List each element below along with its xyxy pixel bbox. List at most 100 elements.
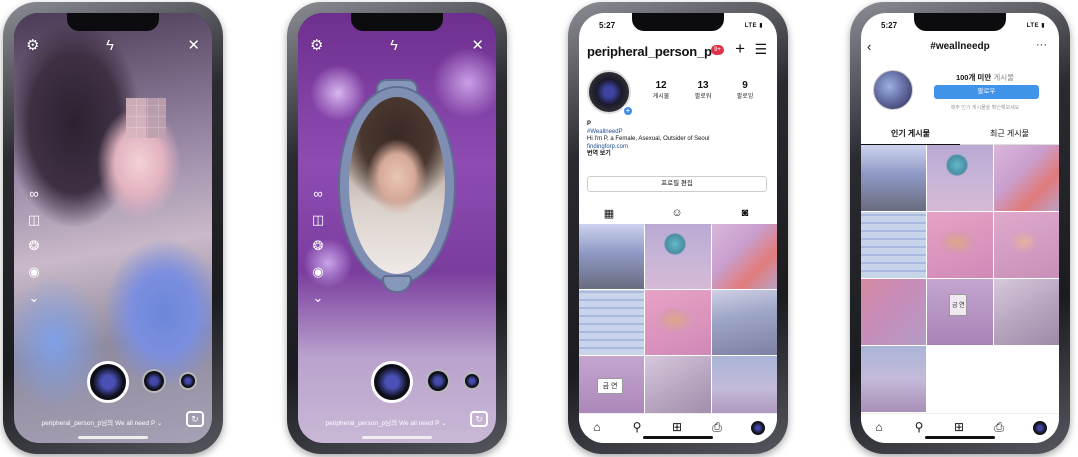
- effect-credit[interactable]: peripheral_person_p님의 We all need P ⌄: [306, 417, 466, 427]
- add-post-icon[interactable]: ⊞: [667, 420, 687, 434]
- post-grid: 금 연: [861, 145, 1059, 412]
- menu-icon[interactable]: ☰: [754, 41, 767, 58]
- phone-notch: [67, 13, 159, 31]
- boomerang-icon[interactable]: ❂: [308, 233, 328, 259]
- effect-thumbnail[interactable]: [179, 372, 197, 390]
- notification-badge[interactable]: 9+: [711, 45, 724, 55]
- effect-thumbnail[interactable]: [426, 369, 450, 393]
- post-tile[interactable]: [645, 356, 711, 421]
- flash-off-icon[interactable]: ϟ: [390, 37, 398, 55]
- following-stat[interactable]: 9 팔로잉: [725, 80, 765, 100]
- post-tile[interactable]: [861, 346, 927, 412]
- home-icon[interactable]: ⌂: [869, 420, 889, 434]
- record-icon[interactable]: ◉: [308, 259, 328, 285]
- mirror-frame: [340, 88, 454, 283]
- phone-notch: [351, 13, 443, 31]
- camera-screen: ⚙ ϟ ✕ ∞ ◫ ❂ ◉ ⌄ peripheral_person_p님의 We…: [298, 13, 496, 443]
- post-tile[interactable]: [645, 290, 711, 355]
- camera-screen: ⚙ ϟ ✕ ∞ ◫ ❂ ◉ ⌄ peripheral_person_p님의 We…: [14, 13, 212, 443]
- post-count: 100개 미만 게시물: [955, 73, 1015, 82]
- home-indicator: [78, 436, 148, 439]
- bio-hashtag[interactable]: #WeallneedP: [587, 129, 777, 137]
- post-tile[interactable]: [711, 290, 777, 355]
- post-tile[interactable]: [711, 356, 777, 421]
- post-tile[interactable]: [993, 212, 1059, 278]
- phone-hashtag: 5:27 LTE ▮ ‹ #weallneedp ··· 100개 미만 게시물…: [850, 2, 1070, 454]
- post-tile[interactable]: [993, 145, 1059, 211]
- no-smoking-sign: 금 연: [949, 294, 968, 316]
- flip-camera-icon[interactable]: ↻: [470, 411, 488, 427]
- post-tile[interactable]: [861, 145, 927, 211]
- post-tile[interactable]: [927, 145, 993, 211]
- hashtag-tabs: 인기 게시물 최근 게시물: [861, 125, 1059, 145]
- status-time: 5:27: [881, 21, 898, 30]
- layout-icon[interactable]: ◫: [308, 207, 328, 233]
- record-icon[interactable]: ◉: [24, 259, 44, 285]
- settings-icon[interactable]: ⚙: [310, 37, 323, 55]
- search-icon[interactable]: ⚲: [627, 420, 647, 434]
- top-posts-note: 매주 인기 게시물을 확인해보세요: [950, 105, 1020, 111]
- bio-text: Hi I'm P, a Female, Asexual, Outsider of…: [587, 136, 710, 143]
- bio-link[interactable]: findingforp.com: [587, 144, 777, 152]
- profile-username[interactable]: peripheral_person_p: [587, 44, 712, 59]
- close-icon[interactable]: ✕: [187, 37, 200, 55]
- boomerang-icon[interactable]: ❂: [24, 233, 44, 259]
- more-icon[interactable]: ···: [1036, 39, 1047, 51]
- phone-profile: 5:27 LTE ▮ peripheral_person_p 9+ + ☰ + …: [568, 2, 788, 454]
- tab-top-posts[interactable]: 인기 게시물: [861, 128, 960, 145]
- translate-link[interactable]: 번역 보기: [587, 151, 777, 159]
- profile-screen: 5:27 LTE ▮ peripheral_person_p 9+ + ☰ + …: [579, 13, 777, 443]
- home-indicator: [362, 436, 432, 439]
- profile-bio: P #WeallneedP Hi I'm P, a Female, Asexua…: [587, 121, 777, 159]
- flash-off-icon[interactable]: ϟ: [106, 37, 114, 55]
- layout-icon[interactable]: ◫: [24, 207, 44, 233]
- followers-stat[interactable]: 13 팔로워: [683, 80, 723, 100]
- tagged-tab-icon[interactable]: ◙: [715, 207, 775, 219]
- chevron-down-icon[interactable]: ⌄: [24, 285, 44, 311]
- hashtag-title: #weallneedp: [930, 41, 990, 52]
- effect-thumbnail[interactable]: [463, 372, 481, 390]
- profile-tab-avatar[interactable]: [1033, 421, 1047, 435]
- grid-tab-icon[interactable]: ▦: [579, 207, 639, 225]
- edit-profile-button[interactable]: 프로필 편집: [587, 176, 767, 192]
- post-tile[interactable]: 금 연: [579, 356, 645, 421]
- chevron-down-icon[interactable]: ⌄: [308, 285, 328, 311]
- new-post-icon[interactable]: +: [735, 39, 745, 59]
- infinity-icon[interactable]: ∞: [308, 181, 328, 207]
- post-tile[interactable]: [993, 279, 1059, 345]
- home-indicator: [643, 436, 713, 439]
- post-tile[interactable]: [861, 279, 927, 345]
- post-tile[interactable]: [579, 224, 645, 289]
- bio-name: P: [587, 121, 592, 127]
- posts-stat[interactable]: 12 게시물: [641, 80, 681, 100]
- home-icon[interactable]: ⌂: [587, 420, 607, 434]
- status-signal: LTE ▮: [744, 23, 763, 29]
- add-post-icon[interactable]: ⊞: [949, 420, 969, 434]
- effect-credit[interactable]: peripheral_person_p님의 We all need P ⌄: [22, 417, 182, 427]
- post-tile[interactable]: [927, 212, 993, 278]
- mockup-stage: ⚙ ϟ ✕ ∞ ◫ ❂ ◉ ⌄ peripheral_person_p님의 We…: [0, 0, 1078, 457]
- search-icon[interactable]: ⚲: [909, 420, 929, 434]
- profile-tab-avatar[interactable]: [751, 421, 765, 435]
- settings-icon[interactable]: ⚙: [26, 37, 39, 55]
- shutter-button[interactable]: [371, 361, 413, 403]
- add-story-icon[interactable]: +: [622, 105, 634, 117]
- close-icon[interactable]: ✕: [471, 37, 484, 55]
- shop-icon[interactable]: ⎙: [989, 420, 1009, 435]
- post-tile[interactable]: [579, 290, 645, 355]
- shop-icon[interactable]: ⎙: [707, 420, 727, 435]
- post-tile[interactable]: [861, 212, 927, 278]
- hashtag-screen: 5:27 LTE ▮ ‹ #weallneedp ··· 100개 미만 게시물…: [861, 13, 1059, 443]
- post-tile[interactable]: [711, 224, 777, 289]
- reels-tab-icon[interactable]: ☺: [647, 207, 707, 219]
- flip-camera-icon[interactable]: ↻: [186, 411, 204, 427]
- infinity-icon[interactable]: ∞: [24, 181, 44, 207]
- effect-thumbnail[interactable]: [142, 369, 166, 393]
- follow-button[interactable]: 팔로우: [934, 85, 1039, 99]
- post-tile[interactable]: [645, 224, 711, 289]
- post-tile[interactable]: 금 연: [927, 279, 993, 345]
- phone-camera-flower: ⚙ ϟ ✕ ∞ ◫ ❂ ◉ ⌄ peripheral_person_p님의 We…: [3, 2, 223, 454]
- status-time: 5:27: [599, 21, 616, 30]
- tab-recent-posts[interactable]: 최근 게시물: [960, 128, 1059, 139]
- shutter-button[interactable]: [87, 361, 129, 403]
